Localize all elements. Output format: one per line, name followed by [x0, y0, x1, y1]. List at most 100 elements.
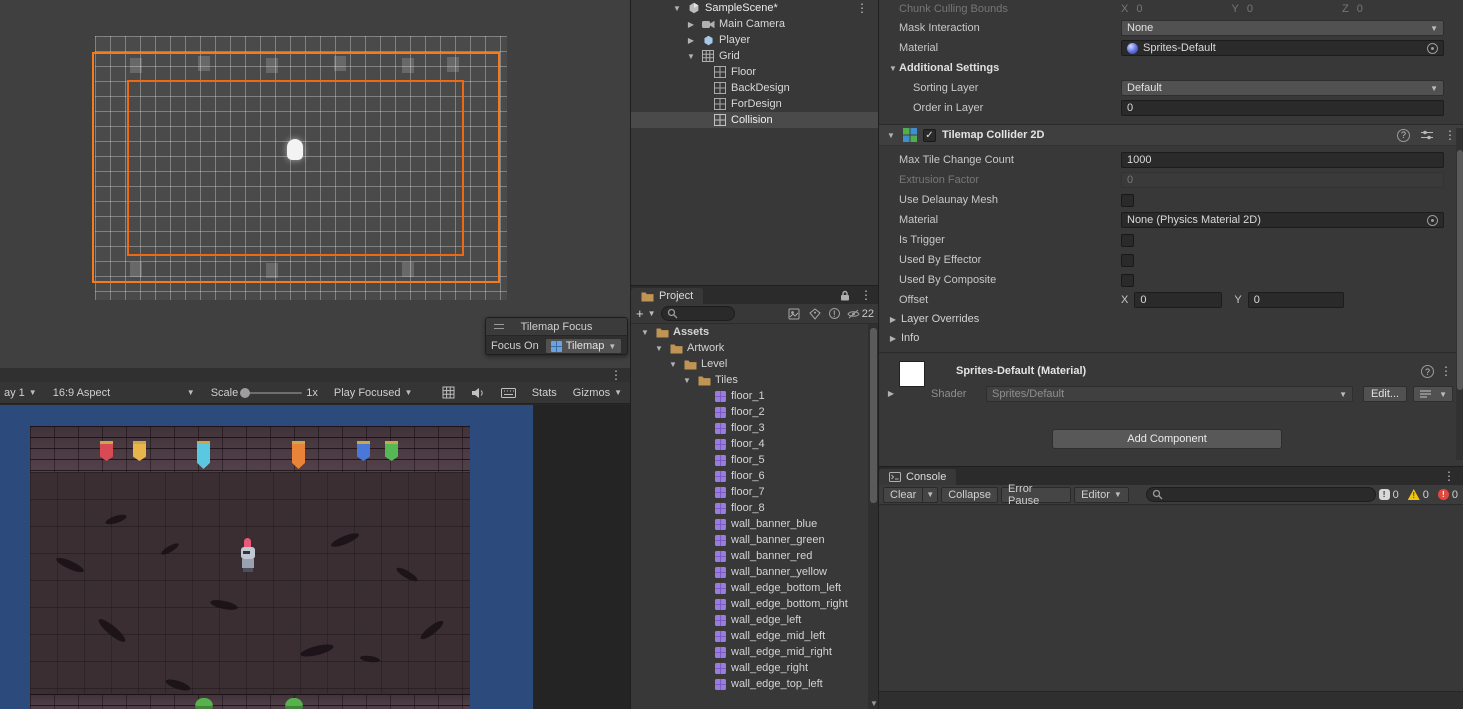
clear-button[interactable]: Clear [883, 486, 924, 503]
chevron-right-icon[interactable]: ▶ [885, 389, 897, 398]
asset-row[interactable]: wall_banner_red [631, 548, 868, 564]
info-count-badge[interactable]: ! 0 [1378, 489, 1399, 501]
component-enabled-checkbox[interactable]: ✓ [923, 128, 936, 142]
error-pause-button[interactable]: Error Pause [1001, 483, 1072, 507]
create-asset-button[interactable]: + ▼ [636, 306, 656, 321]
order-in-layer-input[interactable]: 0 [1121, 100, 1444, 116]
asset-row[interactable]: floor_1 [631, 388, 868, 404]
hierarchy-item-backdesign[interactable]: BackDesign [631, 80, 878, 96]
tab-project[interactable]: Project [631, 288, 704, 304]
scale-slider[interactable] [240, 387, 303, 398]
hierarchy-item-floor[interactable]: Floor [631, 64, 878, 80]
additional-settings-foldout[interactable]: ▼ Additional Settings [879, 58, 1456, 78]
stats-button[interactable]: Stats [528, 382, 561, 404]
asset-row[interactable]: wall_edge_bottom_left [631, 580, 868, 596]
offset-y-input[interactable]: 0 [1247, 292, 1344, 308]
chevron-down-icon[interactable]: ▼ [887, 64, 899, 73]
folder-row-artwork[interactable]: ▼ Artwork [631, 340, 868, 356]
collapse-button[interactable]: Collapse [941, 486, 999, 503]
inspector-scrollbar[interactable] [1456, 128, 1463, 460]
kebab-icon[interactable]: ⋮ [1444, 129, 1456, 141]
console-search[interactable] [1145, 487, 1376, 502]
tilemap-collider-header[interactable]: ▼ ✓ Tilemap Collider 2D ? ⋮ [879, 124, 1463, 146]
scale-control[interactable]: Scale 1x [207, 382, 322, 404]
asset-row[interactable]: wall_edge_mid_right [631, 644, 868, 660]
scrollbar-thumb[interactable] [870, 328, 877, 503]
edit-shader-button[interactable]: Edit... [1363, 386, 1407, 402]
asset-row[interactable]: floor_4 [631, 436, 868, 452]
chevron-right-icon[interactable]: ▶ [887, 315, 899, 324]
asset-row[interactable]: wall_edge_left [631, 612, 868, 628]
slider-knob-icon[interactable] [240, 387, 251, 398]
chevron-down-icon[interactable]: ▼ [681, 376, 693, 385]
use-delaunay-checkbox[interactable] [1121, 193, 1134, 207]
asset-row[interactable]: wall_edge_bottom_right [631, 596, 868, 612]
display-dropdown[interactable]: ay 1 ▼ [0, 382, 41, 404]
hierarchy-item-main-camera[interactable]: ▶ Main Camera [631, 16, 878, 32]
console-log-area[interactable] [879, 505, 1463, 709]
hierarchy-item-player[interactable]: ▶ Player [631, 32, 878, 48]
warning-count-badge[interactable]: ! 0 [1407, 489, 1429, 501]
asset-row[interactable]: wall_banner_green [631, 532, 868, 548]
help-icon[interactable]: ? [1397, 128, 1410, 142]
chevron-right-icon[interactable]: ▶ [887, 334, 899, 343]
overlay-titlebar[interactable]: Tilemap Focus [486, 318, 627, 335]
scene-view[interactable]: Tilemap Focus Focus On Tilemap ▼ [0, 0, 630, 372]
clear-options-dropdown[interactable]: ▼ [923, 486, 939, 503]
info-foldout[interactable]: ▶ Info [879, 329, 1456, 347]
hierarchy-item-grid[interactable]: ▼ Grid [631, 48, 878, 64]
hierarchy-item-collision[interactable]: Collision [631, 112, 878, 128]
asset-row[interactable]: floor_2 [631, 404, 868, 420]
chevron-down-icon[interactable]: ▼ [667, 360, 679, 369]
material-preview-swatch[interactable] [899, 361, 925, 387]
used-by-effector-checkbox[interactable] [1121, 253, 1134, 267]
asset-row[interactable]: wall_banner_blue [631, 516, 868, 532]
help-icon[interactable]: ? [1421, 365, 1434, 378]
offset-x-input[interactable]: 0 [1134, 292, 1223, 308]
filter-by-label-icon[interactable] [808, 307, 822, 321]
filter-by-type-icon[interactable] [787, 307, 801, 321]
asset-row[interactable]: floor_6 [631, 468, 868, 484]
lock-icon[interactable] [838, 288, 852, 302]
kebab-icon[interactable]: ⋮ [856, 2, 868, 14]
asset-row[interactable]: floor_7 [631, 484, 868, 500]
used-by-composite-checkbox[interactable] [1121, 273, 1134, 287]
tab-console[interactable]: Console [879, 469, 957, 485]
chevron-right-icon[interactable]: ▶ [685, 36, 697, 45]
kebab-icon[interactable]: ⋮ [1443, 467, 1455, 485]
gizmos-dropdown[interactable]: Gizmos ▼ [569, 382, 626, 404]
folder-row-level[interactable]: ▼ Level [631, 356, 868, 372]
play-focused-dropdown[interactable]: Play Focused ▼ [330, 382, 417, 404]
physics-material-object-field[interactable]: None (Physics Material 2D) [1121, 212, 1444, 228]
mask-interaction-dropdown[interactable]: None ▼ [1121, 20, 1444, 36]
presets-icon[interactable] [1419, 127, 1435, 143]
is-trigger-checkbox[interactable] [1121, 233, 1134, 247]
focus-target-dropdown[interactable]: Tilemap ▼ [544, 338, 622, 354]
folder-row-tiles[interactable]: ▼ Tiles [631, 372, 868, 388]
asset-row[interactable]: floor_3 [631, 420, 868, 436]
material-menu-button[interactable]: ▼ [1413, 386, 1453, 402]
aspect-ratio-dropdown[interactable]: 16:9 Aspect ▼ [49, 382, 199, 404]
chevron-down-icon[interactable]: ▼ [653, 344, 665, 353]
asset-row[interactable]: wall_edge_mid_left [631, 628, 868, 644]
chevron-down-icon[interactable]: ▼ [685, 52, 697, 61]
chevron-down-icon[interactable]: ▼ [885, 131, 897, 140]
asset-row[interactable]: wall_edge_top_left [631, 676, 868, 692]
info-icon[interactable]: ! [828, 308, 840, 319]
max-tile-change-input[interactable]: 1000 [1121, 152, 1444, 168]
tilemap-focus-overlay[interactable]: Tilemap Focus Focus On Tilemap ▼ [485, 317, 628, 355]
material-object-field[interactable]: Sprites-Default [1121, 40, 1444, 56]
sorting-layer-dropdown[interactable]: Default ▼ [1121, 80, 1444, 96]
folder-row-assets[interactable]: ▼ Assets [631, 324, 868, 340]
console-search-input[interactable] [1165, 488, 1370, 501]
chevron-right-icon[interactable]: ▶ [685, 20, 697, 29]
mute-audio-icon[interactable] [467, 382, 489, 404]
editor-dropdown[interactable]: Editor ▼ [1074, 486, 1129, 503]
project-search[interactable] [660, 306, 735, 321]
object-picker-icon[interactable] [1427, 214, 1438, 226]
project-search-input[interactable] [680, 307, 729, 320]
scroll-down-icon[interactable]: ▼ [868, 699, 878, 708]
kebab-icon[interactable]: ⋮ [860, 289, 872, 301]
selected-sprite[interactable] [287, 139, 303, 160]
layer-overrides-foldout[interactable]: ▶ Layer Overrides [879, 310, 1456, 328]
